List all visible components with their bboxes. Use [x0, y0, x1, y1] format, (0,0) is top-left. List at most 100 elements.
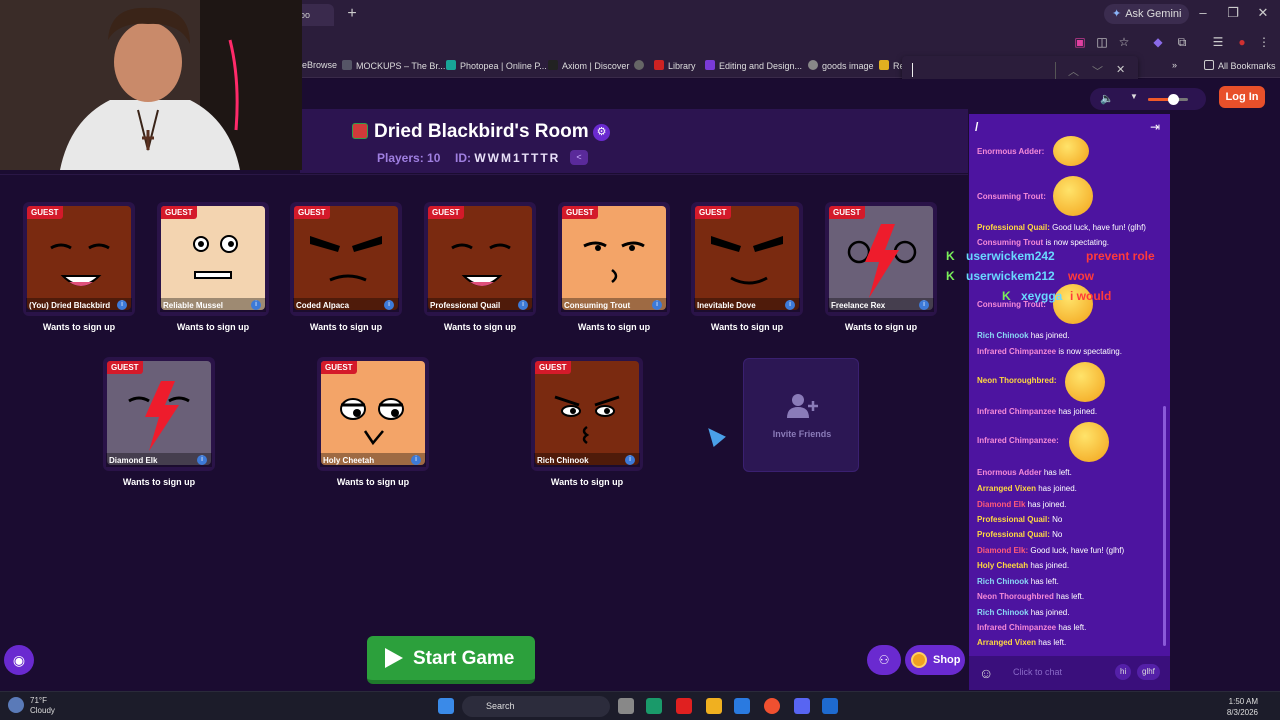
chat-message: Professional Quail: No — [977, 515, 1063, 524]
overlay-username: xeygga — [1021, 289, 1063, 303]
bookmark-item[interactable]: MOCKUPS – The Br... — [342, 60, 445, 71]
emoji-sticker — [1053, 176, 1093, 216]
player-count: Players: 10 — [377, 151, 441, 165]
find-prev-icon[interactable]: ︿ — [1068, 63, 1079, 79]
login-button[interactable]: Log In — [1219, 86, 1265, 108]
minimize-icon[interactable]: – — [1188, 5, 1218, 20]
ask-gemini-button[interactable]: ✦ Ask Gemini — [1104, 4, 1190, 24]
chat-input[interactable]: Click to chat — [1013, 667, 1062, 677]
player-card[interactable]: GUEST (You) Dried Blackbird i — [23, 202, 135, 316]
bookmark-item[interactable]: Photopea | Online P... — [446, 60, 547, 71]
chat-scrollbar[interactable] — [1163, 406, 1166, 646]
quick-chat-glhf[interactable]: glhf — [1137, 664, 1160, 680]
player-status: Wants to sign up — [710, 322, 784, 332]
all-bookmarks[interactable]: All Bookmarks — [1204, 60, 1276, 71]
bookmark-item[interactable]: Library — [654, 60, 696, 71]
find-input[interactable] — [912, 63, 913, 77]
bookmark-item[interactable]: Editing and Design... — [705, 60, 802, 71]
player-card[interactable]: GUEST Consuming Trout i — [558, 202, 670, 316]
player-status: Wants to sign up — [309, 322, 383, 332]
info-icon[interactable]: i — [919, 300, 929, 310]
info-icon[interactable]: i — [652, 300, 662, 310]
collapse-chat-icon[interactable]: ⇥ — [1150, 120, 1160, 134]
start-game-button[interactable]: Start Game — [367, 636, 535, 684]
volume-control[interactable]: 🔈 ▼ — [1090, 88, 1206, 110]
guest-badge: GUEST — [294, 206, 330, 219]
weather-widget[interactable]: 71°F Cloudy — [30, 696, 55, 716]
players-icon[interactable]: ⚇ — [867, 645, 901, 675]
player-card[interactable]: GUEST Inevitable Dove i — [691, 202, 803, 316]
app-icon[interactable] — [646, 698, 662, 714]
bookmarks-overflow-icon[interactable]: » — [1172, 60, 1177, 70]
profile-avatar-icon[interactable]: ● — [1234, 34, 1250, 50]
find-next-icon[interactable]: ﹀ — [1092, 63, 1103, 79]
play-icon — [385, 648, 403, 668]
bookmark-item[interactable]: Axiom | Discover — [548, 60, 629, 71]
bookmark-favicon — [879, 60, 889, 70]
info-icon[interactable]: i — [251, 300, 261, 310]
player-card[interactable]: GUEST Reliable Mussel i — [157, 202, 269, 316]
invite-friends-button[interactable]: Invite Friends — [743, 358, 859, 472]
shop-button[interactable]: Shop — [905, 645, 965, 675]
chat-message: Diamond Elk has joined. — [977, 500, 1067, 509]
gemini-extension-icon[interactable]: ◆ — [1150, 34, 1166, 50]
player-status: Wants to sign up — [443, 322, 517, 332]
bookmark-item[interactable] — [634, 60, 648, 71]
guest-badge: GUEST — [428, 206, 464, 219]
youtube-icon[interactable] — [676, 698, 692, 714]
file-explorer-icon[interactable] — [706, 698, 722, 714]
bookmark-star-icon[interactable]: ☆ — [1116, 34, 1132, 50]
reading-list-icon[interactable]: ☰ — [1210, 34, 1226, 50]
guest-badge: GUEST — [562, 206, 598, 219]
info-icon[interactable]: i — [384, 300, 394, 310]
bookmark-favicon — [548, 60, 558, 70]
player-card[interactable]: GUEST Professional Quail i — [424, 202, 536, 316]
new-tab-icon[interactable]: + — [342, 4, 362, 24]
page-action-icon[interactable]: ◫ — [1094, 34, 1110, 50]
player-card[interactable]: GUEST Coded Alpaca i — [290, 202, 402, 316]
player-card[interactable]: GUEST Holy Cheetah i — [317, 357, 429, 471]
app-icon[interactable] — [822, 698, 838, 714]
player-card[interactable]: GUEST Diamond Elk i — [103, 357, 215, 471]
guest-badge: GUEST — [27, 206, 63, 219]
emoji-picker-icon[interactable]: ☺ — [979, 665, 993, 681]
bookmark-favicon — [808, 60, 818, 70]
system-clock[interactable]: 1:50 AM 8/3/2026 — [1227, 696, 1258, 718]
bookmark-item[interactable]: eBrowse — [302, 60, 337, 70]
chevron-down-icon[interactable]: ▼ — [1130, 92, 1138, 101]
find-close-icon[interactable]: ✕ — [1116, 63, 1125, 76]
info-icon[interactable]: i — [625, 455, 635, 465]
close-window-icon[interactable]: ✕ — [1248, 5, 1278, 21]
share-icon[interactable]: < — [570, 150, 588, 165]
discord-icon[interactable] — [794, 698, 810, 714]
gear-icon[interactable]: ⚙ — [593, 124, 610, 141]
task-view-icon[interactable] — [618, 698, 634, 714]
info-icon[interactable]: i — [518, 300, 528, 310]
chrome-icon[interactable] — [764, 698, 780, 714]
overlay-k-icon: K — [946, 269, 955, 283]
extensions-puzzle-icon[interactable]: ⧉ — [1174, 34, 1190, 50]
app-icon[interactable] — [734, 698, 750, 714]
info-icon[interactable]: i — [117, 300, 127, 310]
info-icon[interactable]: i — [197, 455, 207, 465]
volume-slider-handle[interactable] — [1168, 94, 1179, 105]
bookmark-item[interactable]: Re — [879, 60, 905, 71]
eye-icon[interactable]: ◉ — [4, 645, 34, 675]
speaker-icon[interactable]: 🔈 — [1100, 92, 1114, 105]
extension-icon[interactable]: ▣ — [1072, 34, 1088, 50]
player-card[interactable]: GUEST Rich Chinook i — [531, 357, 643, 471]
quick-chat-hi[interactable]: hi — [1115, 664, 1132, 680]
chat-message: Infrared Chimpanzee has left. — [977, 623, 1087, 632]
face-lightning-icon — [847, 224, 917, 298]
info-icon[interactable]: i — [411, 455, 421, 465]
info-icon[interactable]: i — [785, 300, 795, 310]
player-card[interactable]: GUEST Freelance Rex i — [825, 202, 937, 316]
windows-start-icon[interactable] — [438, 698, 454, 714]
taskbar-search[interactable]: Search — [462, 696, 610, 717]
maximize-icon[interactable]: ❐ — [1218, 5, 1248, 21]
bookmark-item[interactable]: goods image — [808, 60, 874, 71]
overlay-message: wow — [1068, 269, 1094, 283]
browser-menu-icon[interactable]: ⋮ — [1256, 34, 1272, 50]
face-unimpressed-icon — [340, 398, 404, 446]
start-game-label: Start Game — [413, 648, 515, 669]
